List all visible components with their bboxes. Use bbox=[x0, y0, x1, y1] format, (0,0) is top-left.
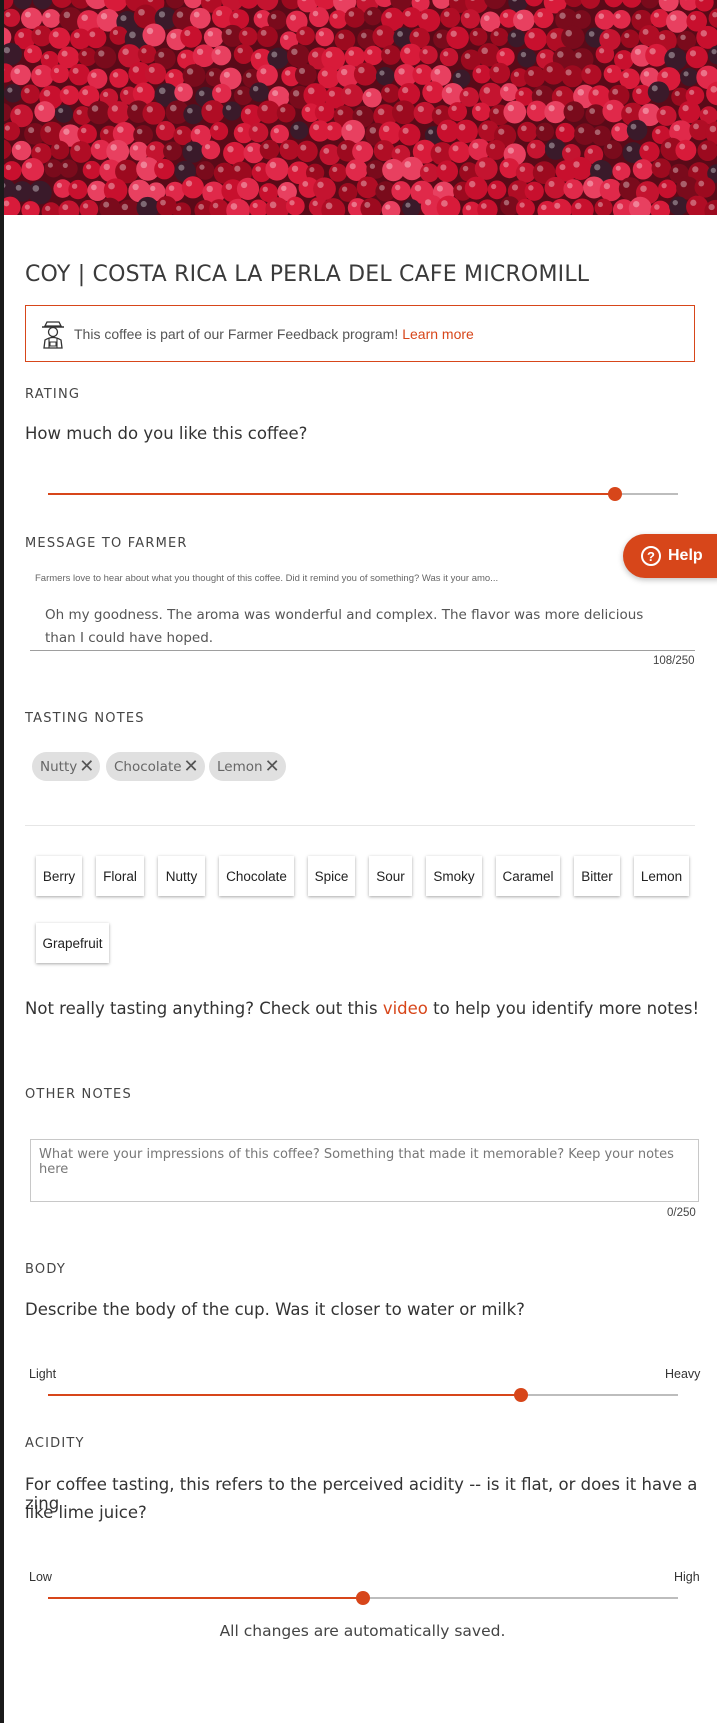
slider-fill bbox=[48, 493, 615, 495]
video-text-prefix: Not really tasting anything? Check out t… bbox=[25, 999, 383, 1018]
help-label: Help bbox=[668, 547, 703, 564]
rating-question: How much do you like this coffee? bbox=[25, 424, 308, 443]
acidity-slider[interactable] bbox=[48, 1590, 678, 1606]
acidity-min-label: Low bbox=[29, 1570, 52, 1584]
slider-fill bbox=[48, 1597, 363, 1599]
acidity-max-label: High bbox=[674, 1570, 700, 1584]
tasting-notes-label: TASTING NOTES bbox=[25, 711, 145, 726]
hero-coffee-cherries-image bbox=[4, 0, 717, 215]
body-slider[interactable] bbox=[48, 1387, 678, 1403]
note-button-sour[interactable]: Sour bbox=[369, 856, 412, 896]
message-hint: Farmers love to hear about what you thou… bbox=[35, 573, 499, 584]
slider-thumb[interactable] bbox=[513, 1388, 528, 1402]
message-field[interactable]: Oh my goodness. The aroma was wonderful … bbox=[45, 604, 665, 650]
note-button-grapefruit[interactable]: Grapefruit bbox=[36, 923, 109, 963]
notice-text: This coffee is part of our Farmer Feedba… bbox=[74, 325, 399, 342]
learn-more-link[interactable]: Learn more bbox=[402, 326, 474, 342]
divider bbox=[25, 825, 695, 826]
autosave-status: All changes are automatically saved. bbox=[219, 1622, 506, 1640]
close-icon[interactable]: ✕ bbox=[184, 757, 199, 776]
slider-thumb[interactable] bbox=[608, 487, 622, 501]
video-text-suffix: to help you identify more notes! bbox=[427, 999, 700, 1018]
message-counter: 108/250 bbox=[653, 655, 695, 667]
help-button[interactable]: ? Help bbox=[623, 534, 717, 578]
farmer-icon bbox=[42, 320, 64, 349]
chip-label: Lemon bbox=[217, 758, 263, 775]
rating-slider[interactable] bbox=[48, 486, 678, 502]
note-button-berry[interactable]: Berry bbox=[36, 856, 82, 896]
body-min-label: Light bbox=[29, 1367, 57, 1381]
question-circle-icon: ? bbox=[641, 546, 661, 566]
close-icon[interactable]: ✕ bbox=[265, 757, 280, 776]
note-button-caramel[interactable]: Caramel bbox=[496, 856, 560, 896]
video-help-text: Not really tasting anything? Check out t… bbox=[25, 999, 699, 1018]
page: COY | COSTA RICA LA PERLA DEL CAFE MICRO… bbox=[0, 0, 717, 1723]
body-question: Describe the body of the cup. Was it clo… bbox=[25, 1300, 525, 1319]
farmer-feedback-notice: This coffee is part of our Farmer Feedba… bbox=[25, 305, 695, 362]
note-button-lemon[interactable]: Lemon bbox=[634, 856, 689, 896]
slider-fill bbox=[48, 1394, 521, 1396]
acidity-question-line2: like lime juice? bbox=[25, 1503, 147, 1522]
message-label: MESSAGE TO FARMER bbox=[25, 536, 188, 551]
other-notes-label: OTHER NOTES bbox=[25, 1087, 132, 1102]
chip-nutty[interactable]: Nutty ✕ bbox=[32, 752, 101, 781]
chip-label: Nutty bbox=[40, 758, 78, 775]
chip-chocolate[interactable]: Chocolate ✕ bbox=[106, 752, 205, 781]
acidity-label: ACIDITY bbox=[25, 1436, 85, 1451]
page-title: COY | COSTA RICA LA PERLA DEL CAFE MICRO… bbox=[25, 262, 590, 287]
video-link[interactable]: video bbox=[383, 999, 428, 1018]
other-notes-counter: 0/250 bbox=[667, 1207, 696, 1219]
rating-label: RATING bbox=[25, 387, 81, 402]
note-button-chocolate[interactable]: Chocolate bbox=[219, 856, 294, 896]
note-button-floral[interactable]: Floral bbox=[96, 856, 144, 896]
chip-lemon[interactable]: Lemon ✕ bbox=[209, 752, 286, 781]
body-max-label: Heavy bbox=[665, 1367, 701, 1381]
note-button-spice[interactable]: Spice bbox=[308, 856, 355, 896]
slider-thumb[interactable] bbox=[356, 1591, 370, 1605]
note-button-smoky[interactable]: Smoky bbox=[426, 856, 482, 896]
other-notes-field[interactable]: What were your impressions of this coffe… bbox=[30, 1139, 699, 1202]
body-label: BODY bbox=[25, 1262, 66, 1277]
message-underline bbox=[30, 650, 695, 651]
note-button-bitter[interactable]: Bitter bbox=[574, 856, 620, 896]
chip-label: Chocolate bbox=[114, 758, 182, 775]
close-icon[interactable]: ✕ bbox=[79, 757, 94, 776]
note-button-nutty[interactable]: Nutty bbox=[158, 856, 205, 896]
